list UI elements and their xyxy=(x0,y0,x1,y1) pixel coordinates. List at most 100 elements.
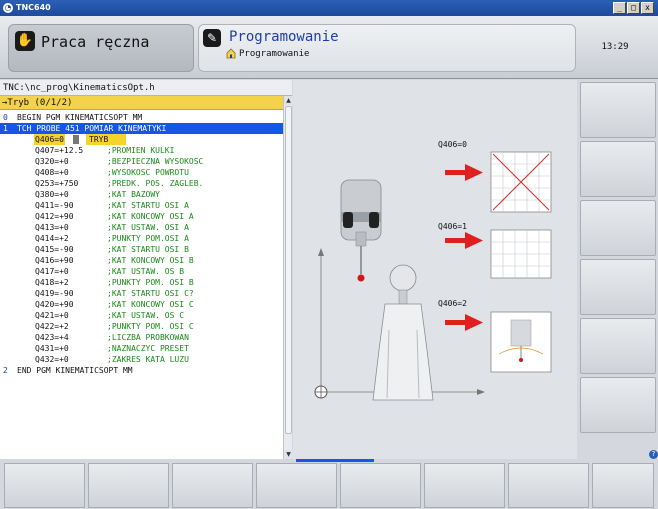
parameter-comment: ;KAT KONCOWY OSI C xyxy=(107,300,194,309)
q-parameter[interactable]: Q419=-90 xyxy=(35,288,74,299)
parameter-comment: ;LICZBA PROBKOWAN xyxy=(107,333,189,342)
q-parameter[interactable]: Q320=+0 xyxy=(35,156,69,167)
q-parameter[interactable]: Q420=+90 xyxy=(35,299,74,310)
measurement-grid-icon xyxy=(490,229,552,279)
program-line[interactable]: Q420=+90 ;KAT KONCOWY OSI C xyxy=(0,299,283,310)
minimize-button[interactable]: _ xyxy=(613,2,626,14)
horizontal-softkey-6[interactable] xyxy=(424,463,505,508)
vertical-softkey-1[interactable] xyxy=(580,82,656,138)
q-parameter[interactable]: Q417=+0 xyxy=(35,266,69,277)
help-icon[interactable]: ? xyxy=(649,450,658,459)
structure-filter[interactable]: →Tryb (0/1/2) xyxy=(0,96,283,110)
scroll-thumb[interactable] xyxy=(285,106,292,434)
kinematics-illustration: Q406=0 Q406=1 Q406=2 xyxy=(314,140,552,401)
program-line[interactable]: 0 BEGIN PGM KINEMATICSOPT MM xyxy=(0,112,283,123)
title-bar: ◔ TNC640 _ □ x xyxy=(0,0,658,16)
program-line[interactable]: Q413=+0 ;KAT USTAW. OSI A xyxy=(0,222,283,233)
parameter-comment: ;KAT KONCOWY OSI A xyxy=(107,212,194,221)
horizontal-softkey-1[interactable] xyxy=(4,463,85,508)
program-line[interactable]: Q380=+0 ;KAT BAZOWY xyxy=(0,189,283,200)
vertical-softkey-4[interactable] xyxy=(580,259,656,315)
mode-0-label: Q406=0 xyxy=(438,140,467,149)
horizontal-softkey-8[interactable] xyxy=(592,463,654,508)
program-editor[interactable]: →Tryb (0/1/2) 0 BEGIN PGM KINEMATICSOPT M… xyxy=(0,96,293,459)
parameter-comment: ;KAT STARTU OSI C? xyxy=(107,289,194,298)
q-parameter[interactable]: Q407=+12.5 xyxy=(35,145,83,156)
q-parameter[interactable]: Q422=+2 xyxy=(35,321,69,332)
q-parameter[interactable]: Q418=+2 xyxy=(35,277,69,288)
vertical-softkey-5[interactable] xyxy=(580,318,656,374)
q-parameter[interactable]: Q406=0 xyxy=(34,134,65,145)
vertical-softkey-6[interactable] xyxy=(580,377,656,433)
q-parameter[interactable]: Q416=+90 xyxy=(35,255,74,266)
horizontal-softkey-7[interactable] xyxy=(508,463,589,508)
parameter-comment: ;KAT USTAW. OS C xyxy=(107,311,185,320)
parameter-comment: ;KAT KONCOWY OSI B xyxy=(107,256,194,265)
program-line[interactable]: Q253=+750 ;PREDK. POS. ZAGLEB. xyxy=(0,178,283,189)
program-line[interactable]: Q432=+0 ;ZAKRES KATA LUZU xyxy=(0,354,283,365)
softkey-row-indicator-fill xyxy=(296,459,374,462)
programming-mode-tab[interactable]: ✎ Programowanie Programowanie xyxy=(198,24,576,72)
vertical-softkey-2[interactable] xyxy=(580,141,656,197)
program-line[interactable]: Q419=-90 ;KAT STARTU OSI C? xyxy=(0,288,283,299)
help-graphic: Q406=0 Q406=1 Q406=2 xyxy=(293,80,577,459)
horizontal-softkey-5[interactable] xyxy=(340,463,421,508)
manual-mode-tab[interactable]: ✋ Praca ręczna xyxy=(8,24,194,72)
q-parameter[interactable]: Q412=+90 xyxy=(35,211,74,222)
clock: 13:29 xyxy=(601,42,629,52)
tnc640-window: ◔ TNC640 _ □ x ✋ Praca ręczna ✎ Programo… xyxy=(0,0,658,509)
program-scrollbar[interactable]: ▲ ▼ xyxy=(283,96,293,459)
program-line[interactable]: Q412=+90 ;KAT KONCOWY OSI A xyxy=(0,211,283,222)
horizontal-softkey-2[interactable] xyxy=(88,463,169,508)
parameter-comment: ;WYSOKOSC POWROTU xyxy=(107,168,189,177)
maximize-button[interactable]: □ xyxy=(627,2,640,14)
arrow-right-icon xyxy=(445,232,483,249)
parameter-comment: ;KAT STARTU OSI B xyxy=(107,245,189,254)
folder-home-icon xyxy=(226,48,236,59)
scroll-down-icon[interactable]: ▼ xyxy=(284,450,293,459)
program-line[interactable]: 2 END PGM KINEMATICSOPT MM xyxy=(0,365,283,376)
parameter-comment: ;KAT USTAW. OS B xyxy=(107,267,185,276)
q-parameter[interactable]: Q432=+0 xyxy=(35,354,69,365)
q-parameter[interactable]: Q431=+0 xyxy=(35,343,69,354)
line-text: BEGIN PGM KINEMATICSOPT MM xyxy=(17,113,143,122)
program-line[interactable]: Q406=0 TRYB xyxy=(0,134,283,145)
program-line[interactable]: Q408=+0 ;WYSOKOSC POWROTU xyxy=(0,167,283,178)
line-text: TCH PROBE 451 POMIAR KINEMATYKI xyxy=(17,124,167,133)
scroll-up-icon[interactable]: ▲ xyxy=(284,96,293,105)
q-parameter[interactable]: Q413=+0 xyxy=(35,222,69,233)
program-line[interactable]: Q417=+0 ;KAT USTAW. OS B xyxy=(0,266,283,277)
q-parameter[interactable]: Q423=+4 xyxy=(35,332,69,343)
parameter-comment: ;PROMIEN KULKI xyxy=(107,146,175,155)
q-parameter[interactable]: Q421=+0 xyxy=(35,310,69,321)
program-line[interactable]: Q414=+2 ;PUNKTY POM.OSI A xyxy=(0,233,283,244)
q-parameter[interactable]: Q408=+0 xyxy=(35,167,69,178)
q-parameter[interactable]: Q253=+750 xyxy=(35,178,78,189)
program-line[interactable]: Q421=+0 ;KAT USTAW. OS C xyxy=(0,310,283,321)
app-logo-icon: ◔ xyxy=(3,3,13,13)
q-parameter[interactable]: Q411=-90 xyxy=(35,200,74,211)
program-line[interactable]: Q407=+12.5 ;PROMIEN KULKI xyxy=(0,145,283,156)
vertical-softkey-3[interactable] xyxy=(580,200,656,256)
program-line[interactable]: Q418=+2 ;PUNKTY POM. OSI B xyxy=(0,277,283,288)
horizontal-softkey-3[interactable] xyxy=(172,463,253,508)
program-line[interactable]: Q411=-90 ;KAT STARTU OSI A xyxy=(0,200,283,211)
parameter-comment: ;PUNKTY POM. OSI B xyxy=(107,278,194,287)
line-number: 0 xyxy=(3,113,8,122)
programming-submode-label: Programowanie xyxy=(239,49,310,59)
program-line[interactable]: 1 TCH PROBE 451 POMIAR KINEMATYKI xyxy=(0,123,283,134)
q-parameter[interactable]: Q380=+0 xyxy=(35,189,69,200)
program-line[interactable]: Q416=+90 ;KAT KONCOWY OSI B xyxy=(0,255,283,266)
mode-1-label: Q406=1 xyxy=(438,222,467,231)
program-line[interactable]: Q415=-90 ;KAT STARTU OSI B xyxy=(0,244,283,255)
q-parameter[interactable]: Q414=+2 xyxy=(35,233,69,244)
program-line[interactable]: Q320=+0 ;BEZPIECZNA WYSOKOSC xyxy=(0,156,283,167)
program-line[interactable]: Q422=+2 ;PUNKTY POM. OSI C xyxy=(0,321,283,332)
q-parameter[interactable]: Q415=-90 xyxy=(35,244,74,255)
parameter-comment: ;PUNKTY POM. OSI C xyxy=(107,322,194,331)
close-button[interactable]: x xyxy=(641,2,654,14)
horizontal-softkey-4[interactable] xyxy=(256,463,337,508)
arrow-right-icon xyxy=(445,164,483,181)
program-line[interactable]: Q423=+4 ;LICZBA PROBKOWAN xyxy=(0,332,283,343)
program-line[interactable]: Q431=+0 ;NAZNACZYC PRESET xyxy=(0,343,283,354)
